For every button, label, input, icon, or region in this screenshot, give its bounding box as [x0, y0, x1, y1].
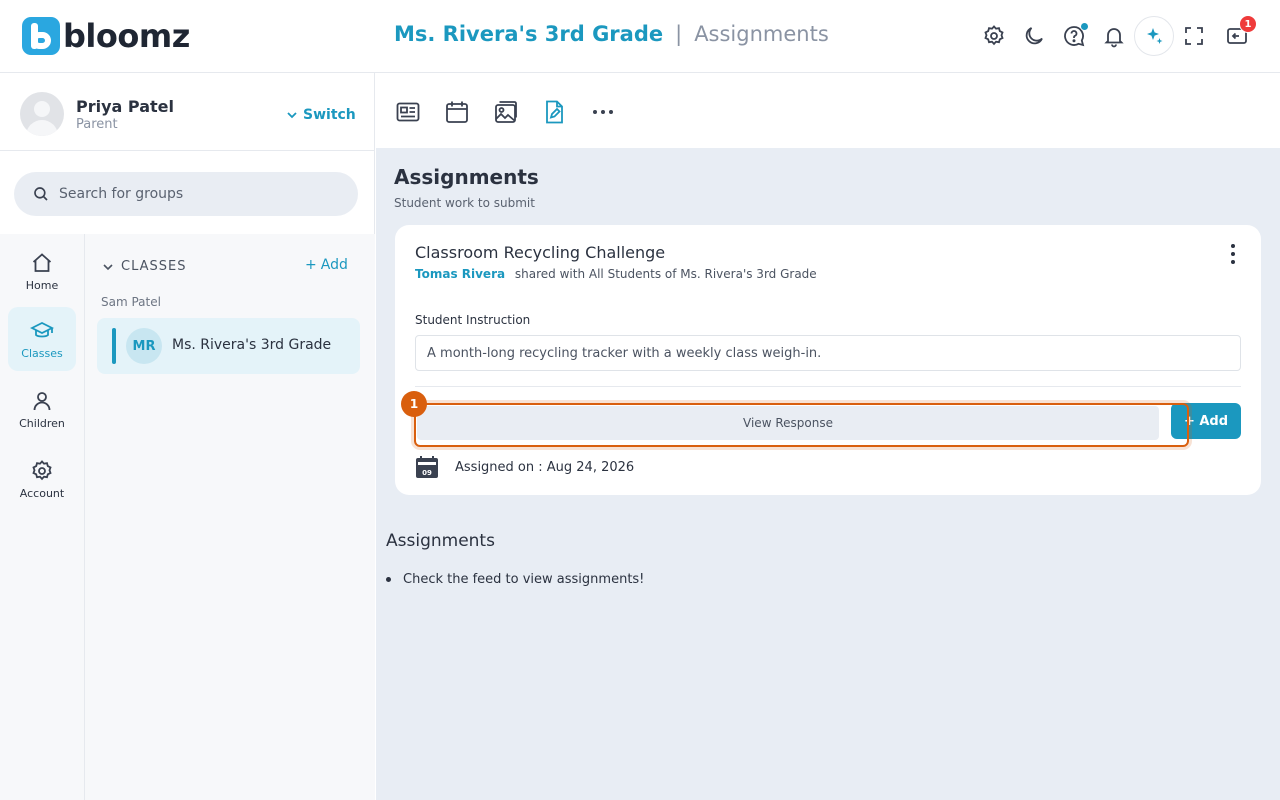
- step-badge: 1: [401, 391, 427, 417]
- calendar-icon: [446, 101, 468, 123]
- avatar[interactable]: [20, 92, 64, 136]
- main-content: Assignments Student work to submit Class…: [376, 73, 1280, 800]
- search-icon: [34, 187, 48, 201]
- logo-mark-icon: [22, 17, 60, 55]
- instruction-label: Student Instruction: [415, 313, 531, 327]
- header-section-name: Assignments: [694, 22, 829, 46]
- help-dot-badge: [1080, 22, 1089, 31]
- classes-header: CLASSES: [121, 259, 187, 274]
- bloomz-logo[interactable]: bloomz: [22, 17, 190, 55]
- assignment-shared-text: shared with All Students of Ms. Rivera's…: [514, 267, 817, 281]
- top-bar: bloomz Ms. Rivera's 3rd Grade | Assignme…: [0, 0, 1280, 73]
- assignments-section-title: Assignments: [386, 531, 495, 551]
- profile-section: Priya Patel Parent Switch: [0, 73, 375, 151]
- nav-rail: Home Classes Children Account: [0, 234, 85, 800]
- ai-sparkle-button[interactable]: [1134, 16, 1174, 56]
- more-horizontal-icon: [593, 110, 613, 114]
- logo-text: bloomz: [63, 17, 190, 55]
- search-input[interactable]: Search for groups: [14, 172, 358, 216]
- page-subtitle: Student work to submit: [394, 196, 535, 210]
- nav-item-classes[interactable]: Classes: [8, 307, 76, 371]
- chevron-down-icon: [287, 112, 297, 119]
- nav-label-account: Account: [19, 486, 65, 500]
- calendar-tool-button[interactable]: [442, 97, 472, 127]
- nav-label-children: Children: [19, 416, 65, 430]
- photos-tool-button[interactable]: [490, 97, 520, 127]
- profile-name: Priya Patel: [76, 97, 174, 116]
- newsfeed-icon: [396, 102, 420, 122]
- calendar-icon: 09: [415, 455, 439, 479]
- assignments-tool-button[interactable]: [539, 97, 569, 127]
- home-icon: [32, 252, 52, 272]
- messages-count-badge: 1: [1239, 15, 1257, 33]
- assigned-date-text: Assigned on : Aug 24, 2026: [455, 459, 635, 475]
- list-item-text: Check the feed to view assignments!: [403, 572, 645, 587]
- nav-item-account[interactable]: Account: [8, 447, 76, 511]
- switch-button[interactable]: Switch: [287, 107, 356, 123]
- calendar-day: 09: [422, 469, 432, 477]
- assignment-card: Classroom Recycling Challenge Tomas Rive…: [395, 225, 1261, 495]
- notification-bell-icon[interactable]: [1098, 20, 1130, 52]
- profile-role: Parent: [76, 117, 118, 132]
- dark-mode-icon[interactable]: [1018, 20, 1050, 52]
- add-class-label: Add: [320, 257, 348, 273]
- kebab-dot: [1231, 260, 1235, 264]
- more-tools-button[interactable]: [588, 97, 618, 127]
- settings-icon[interactable]: [978, 20, 1010, 52]
- nav-item-children[interactable]: Children: [8, 377, 76, 441]
- person-icon: [33, 391, 51, 410]
- active-indicator: [112, 328, 116, 364]
- card-divider: [415, 386, 1241, 387]
- classes-pane: CLASSES + Add Sam Patel MR Ms. Rivera's …: [85, 234, 375, 800]
- bullet: [386, 577, 391, 582]
- instruction-text: A month-long recycling tracker with a we…: [415, 335, 1241, 371]
- class-name: Ms. Rivera's 3rd Grade: [172, 337, 332, 353]
- nav-label-classes: Classes: [21, 346, 63, 360]
- chevron-down-icon: [103, 263, 113, 270]
- sparkle-icon: [1147, 28, 1163, 44]
- page-title: Assignments: [394, 165, 539, 189]
- photo-gallery-icon: [495, 101, 517, 123]
- assignment-title: Classroom Recycling Challenge: [415, 243, 666, 262]
- fullscreen-icon[interactable]: [1178, 20, 1210, 52]
- classes-toggle[interactable]: CLASSES: [103, 259, 186, 274]
- assignment-meta: Tomas Rivera shared with All Students of…: [415, 267, 817, 281]
- group-owner-label: Sam Patel: [101, 295, 161, 309]
- switch-label: Switch: [303, 107, 356, 123]
- messages-icon[interactable]: 1: [1221, 15, 1257, 52]
- plus-icon: +: [305, 257, 317, 273]
- kebab-dot: [1231, 244, 1235, 248]
- more-options-button[interactable]: [1223, 242, 1243, 266]
- highlight-outline: [414, 403, 1189, 447]
- kebab-dot: [1231, 252, 1235, 256]
- assignment-author[interactable]: Tomas Rivera: [415, 267, 505, 281]
- search-placeholder: Search for groups: [59, 186, 184, 202]
- class-toolbar: [376, 73, 1280, 148]
- class-list-item[interactable]: MR Ms. Rivera's 3rd Grade: [97, 318, 360, 374]
- feed-tool-button[interactable]: [393, 97, 423, 127]
- page-heading: Ms. Rivera's 3rd Grade | Assignments: [394, 22, 829, 46]
- assignment-edit-icon: [546, 100, 563, 124]
- class-avatar: MR: [126, 328, 162, 364]
- assigned-date-row: 09 Assigned on : Aug 24, 2026: [415, 455, 634, 479]
- list-item: Check the feed to view assignments!: [386, 572, 644, 587]
- add-class-button[interactable]: + Add: [305, 257, 348, 273]
- header-class-name[interactable]: Ms. Rivera's 3rd Grade: [394, 22, 663, 46]
- heading-separator: |: [675, 22, 683, 46]
- help-icon[interactable]: [1058, 20, 1090, 52]
- gear-icon: [32, 459, 52, 480]
- nav-item-home[interactable]: Home: [8, 239, 76, 303]
- nav-label-home: Home: [25, 278, 59, 292]
- graduation-cap-icon: [30, 321, 54, 337]
